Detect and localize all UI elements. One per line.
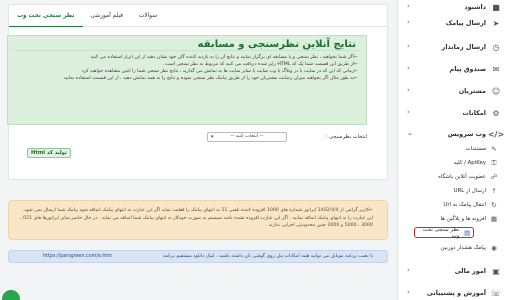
sidebar-item-label: مشتریان [458,87,486,95]
sidebar-item-label: داشبود [464,3,486,11]
docs-icon: ✎ [491,145,497,153]
generate-html-button[interactable]: تولید کد Html [27,148,71,158]
sidebar-item-customers[interactable]: ☺ مشتریان ‹ [397,84,510,98]
sidebar-subitem-apikey[interactable]: ⚿ ApiKey / کلید [397,157,510,169]
sidebar-subitem-send-url[interactable]: ↑ ارسال از URL [397,185,510,197]
customers-icon: ☺ [491,86,501,96]
chevron-left-icon: ‹ [407,288,410,296]
web-service-icon: </> [487,129,505,139]
scheduled-send-icon: ◷ [492,42,500,52]
features-icon: ⚙ [492,108,500,118]
poll-select[interactable]: ▾ -- انتخاب کنید -- [207,132,287,142]
note-item: به طور مثال اگر بخواهید میزان رضایت مشتر… [14,75,358,82]
select-label: انتخاب نظرسنجی : [325,134,367,140]
camera-alert-icon: ◉ [491,244,497,252]
sidebar: ■ داشبود ‹ ➤ ارسال پیامک ‹ ◷ ارسال زماند… [397,0,510,300]
tab-faq[interactable]: سوالات [131,5,165,27]
support-icon: ☏ [490,288,501,298]
sidebar-subitem-plugins[interactable]: ▦ افزونه ها و پلاگین ها [397,213,510,225]
sidebar-subitem-label: افزونه ها و پلاگین ها [440,216,486,222]
tab-bar: سوالات فیلم آموزشی نظر سنجی تحت وب [9,5,387,27]
inbox-icon: ✉ [492,64,500,74]
sidebar-item-label: صندوق پیام [449,65,486,73]
info-alert: با نصب برنامه موبایل می توانید همه امکان… [8,250,388,263]
key-icon: ⚿ [491,158,497,167]
main-content: سوالات فیلم آموزشی نظر سنجی تحت وب نتایج… [0,0,397,300]
plugins-icon: ▦ [490,215,498,223]
sidebar-subitem-label: عضویت آنلاین باشگاه [438,174,486,180]
sidebar-item-label: وب سرویس [447,130,486,138]
info-box: نتایج آنلاین نظرسنجی و مسابقه اگر شما بخ… [7,35,367,125]
finance-icon: ▣ [492,266,500,276]
membership-icon: ☍ [490,173,498,181]
chevron-left-icon: ‹ [407,2,410,10]
sidebar-subitem-label: نظر سنجی تحت وب [422,226,460,239]
box-title: نتایج آنلاین نظرسنجی و مسابقه [197,39,356,50]
chevron-left-icon: ‹ [407,266,410,274]
info-text: با نصب برنامه موبایل می توانید همه امکان… [162,254,373,259]
sidebar-item-features[interactable]: ⚙ امکانات ‹ [397,106,510,120]
tab-tutorial-video[interactable]: فیلم آموزشی [83,5,131,27]
sidebar-subitem-camera-alert[interactable]: ◉ پیامک هشدار دوربین [397,242,510,254]
sidebar-item-inbox[interactable]: ✉ صندوق پیام ‹ [397,62,510,76]
sidebar-subitem-membership[interactable]: ☍ عضویت آنلاین باشگاه [397,171,510,183]
url-icon: ↑ [491,187,497,195]
sidebar-subitem-forward-url[interactable]: ↻ انتقال پیامک به Url [397,199,510,211]
sidebar-item-dashboard[interactable]: ■ داشبود ‹ [397,0,510,14]
sidebar-item-label: ارسال پیامک [445,19,486,27]
divider [14,50,360,51]
chevron-left-icon: ‹ [407,86,410,94]
note-item: اگر شما بخواهید ، نظر سنجی و یا مسابقه ا… [14,54,358,61]
tab-web-poll[interactable]: نظر سنجی تحت وب [9,5,83,27]
sidebar-item-label: ارسال زماندار [441,43,486,51]
sidebar-subitem-docs[interactable]: ✎ مستندات [397,143,510,155]
dashboard-icon: ■ [492,2,500,12]
sidebar-item-finance[interactable]: ▣ امور مالی ‹ [397,264,510,278]
warning-text: کاربر گرامی از 1402/4/4 اپراتور شماره ها… [17,207,373,230]
sidebar-item-label: آموزش و پشتیبانی [426,289,486,297]
sidebar-item-send-sms[interactable]: ➤ ارسال پیامک ‹ [397,16,510,30]
poll-icon: ▤ [464,228,471,237]
content-card: سوالات فیلم آموزشی نظر سنجی تحت وب نتایج… [7,4,388,180]
warning-alert: کاربر گرامی از 1402/4/4 اپراتور شماره ها… [8,200,388,240]
chevron-left-icon: ‹ [407,18,410,26]
sidebar-item-scheduled[interactable]: ◷ ارسال زماندار ‹ [397,40,510,54]
sidebar-item-web-service[interactable]: </> وب سرویس ⌄ [397,127,510,141]
chevron-down-icon: ⌄ [407,129,413,137]
chevron-left-icon: ‹ [407,108,410,116]
send-sms-icon: ➤ [492,18,500,28]
note-item: از طریق این قسمت شما یک کد HTML رایز شده… [14,61,358,68]
sidebar-subitem-label: ارسال از URL [453,188,486,194]
note-item: زمانی که این کد در سایت یا در وبلاگ یا و… [14,68,358,75]
sidebar-item-label: امکانات [462,109,486,117]
chevron-left-icon: ‹ [407,42,410,50]
sidebar-subitem-label: پیامک هشدار دوربین [440,245,486,251]
chat-button[interactable] [2,290,20,300]
sidebar-subitem-web-poll[interactable]: ▤ نظر سنجی تحت وب [414,226,474,239]
app-download-link[interactable]: https://parsgreen.com/a.htm [43,254,112,259]
sidebar-item-support[interactable]: ☏ آموزش و پشتیبانی ‹ [397,286,510,300]
sidebar-subitem-label: انتقال پیامک به Url [443,202,486,208]
sidebar-subitem-label: ApiKey / کلید [453,160,486,166]
forward-icon: ↻ [491,201,497,209]
sidebar-item-label: امور مالی [454,267,486,275]
chevron-down-icon: ▾ [211,134,214,140]
poll-select-row: انتخاب نظرسنجی : ▾ -- انتخاب کنید -- [7,132,367,144]
sidebar-subitem-label: مستندات [465,146,486,152]
select-value: -- انتخاب کنید -- [230,134,264,139]
chevron-left-icon: ‹ [407,64,410,72]
notes-list: اگر شما بخواهید ، نظر سنجی و یا مسابقه ا… [14,54,358,82]
